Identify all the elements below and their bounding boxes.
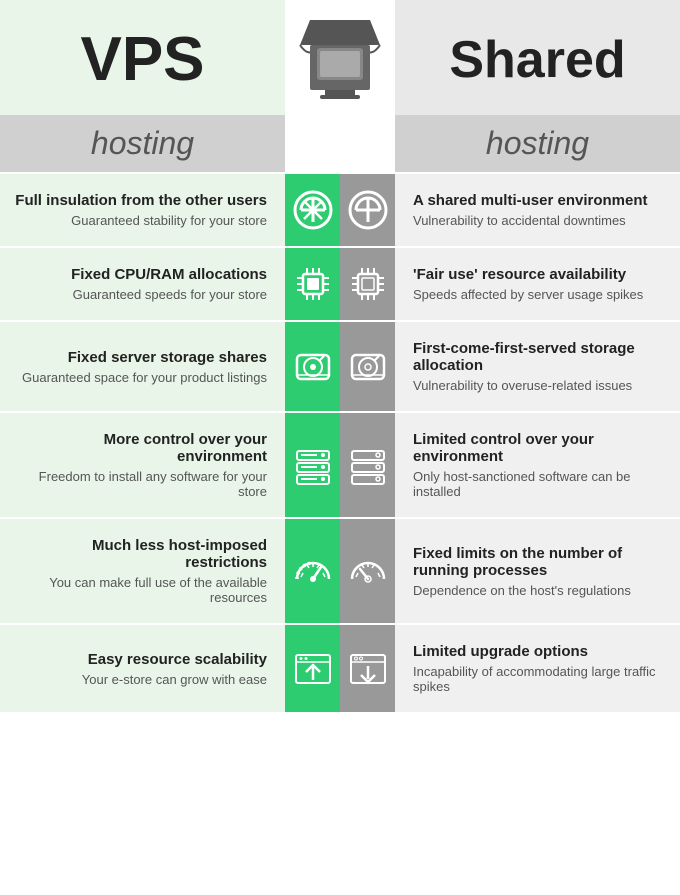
shield-icon-left — [291, 188, 335, 232]
vps-sub-4: You can make full use of the available r… — [10, 575, 267, 605]
speedometer-icon-left — [291, 549, 335, 593]
chip-icon-left — [291, 262, 335, 306]
vps-sub-1: Guaranteed speeds for your store — [73, 287, 267, 302]
server-icon-left — [291, 443, 335, 487]
row-1: Fixed CPU/RAM allocations Guaranteed spe… — [0, 246, 680, 320]
shared-cell-0: A shared multi-user environment Vulnerab… — [395, 174, 680, 246]
header-row: VPS Shared — [0, 0, 680, 115]
vps-cell-1: Fixed CPU/RAM allocations Guaranteed spe… — [0, 248, 285, 320]
icon-left-2 — [285, 322, 340, 411]
shared-main-1: 'Fair use' resource availability — [413, 266, 626, 283]
upload-icon-right — [346, 647, 390, 691]
icon-right-3 — [340, 413, 395, 517]
shared-header: Shared — [395, 0, 680, 115]
vps-cell-5: Easy resource scalability Your e-store c… — [0, 625, 285, 712]
hdd-icon-right — [346, 345, 390, 389]
shared-title: Shared — [449, 34, 625, 86]
icon-right-1 — [340, 248, 395, 320]
vps-header: VPS — [0, 0, 285, 115]
shared-cell-2: First-come-first-served storage allocati… — [395, 322, 680, 411]
icon-cell-0 — [285, 174, 395, 246]
shared-sub-4: Dependence on the host's regulations — [413, 583, 631, 598]
shared-main-5: Limited upgrade options — [413, 643, 588, 660]
vps-sub-3: Freedom to install any software for your… — [10, 469, 267, 499]
hdd-icon-left — [291, 345, 335, 389]
vps-title: VPS — [80, 29, 204, 91]
vps-main-2: Fixed server storage shares — [68, 349, 267, 366]
icon-cell-1 — [285, 248, 395, 320]
icon-left-5 — [285, 625, 340, 712]
shared-main-4: Fixed limits on the number of running pr… — [413, 545, 670, 579]
shared-cell-3: Limited control over your environment On… — [395, 413, 680, 517]
icon-left-1 — [285, 248, 340, 320]
vps-sub-5: Your e-store can grow with ease — [82, 672, 267, 687]
vps-sub-0: Guaranteed stability for your store — [71, 213, 267, 228]
vps-main-3: More control over your environment — [10, 431, 267, 465]
vps-cell-0: Full insulation from the other users Gua… — [0, 174, 285, 246]
center-spacer — [285, 115, 395, 172]
vps-main-1: Fixed CPU/RAM allocations — [71, 266, 267, 283]
shared-hosting-label: hosting — [486, 125, 589, 161]
icon-right-2 — [340, 322, 395, 411]
row-4: Much less host-imposed restrictions You … — [0, 517, 680, 623]
icon-cell-4 — [285, 519, 395, 623]
shared-main-2: First-come-first-served storage allocati… — [413, 340, 670, 374]
vps-hosting-label: hosting — [91, 125, 194, 161]
shared-sub-0: Vulnerability to accidental downtimes — [413, 213, 626, 228]
vps-main-5: Easy resource scalability — [88, 651, 267, 668]
shared-cell-4: Fixed limits on the number of running pr… — [395, 519, 680, 623]
icon-cell-5 — [285, 625, 395, 712]
vps-main-4: Much less host-imposed restrictions — [10, 537, 267, 571]
icon-right-5 — [340, 625, 395, 712]
row-3: More control over your environment Freed… — [0, 411, 680, 517]
shared-sub-1: Speeds affected by server usage spikes — [413, 287, 643, 302]
shared-hosting-label-bar: hosting — [395, 115, 680, 172]
vps-main-0: Full insulation from the other users — [15, 192, 267, 209]
vps-sub-2: Guaranteed space for your product listin… — [22, 370, 267, 385]
row-5: Easy resource scalability Your e-store c… — [0, 623, 680, 712]
chip-icon-right — [346, 262, 390, 306]
shared-sub-3: Only host-sanctioned software can be ins… — [413, 469, 670, 499]
vps-cell-3: More control over your environment Freed… — [0, 413, 285, 517]
icon-right-4 — [340, 519, 395, 623]
vps-hosting-label-bar: hosting — [0, 115, 285, 172]
speedometer-icon-right — [346, 549, 390, 593]
icon-left-0 — [285, 174, 340, 246]
icon-left-4 — [285, 519, 340, 623]
shared-cell-1: 'Fair use' resource availability Speeds … — [395, 248, 680, 320]
shield-icon-right — [346, 188, 390, 232]
shared-main-3: Limited control over your environment — [413, 431, 670, 465]
hosting-bar: hosting hosting — [0, 115, 680, 172]
shared-main-0: A shared multi-user environment — [413, 192, 648, 209]
shared-cell-5: Limited upgrade options Incapability of … — [395, 625, 680, 712]
row-0: Full insulation from the other users Gua… — [0, 172, 680, 246]
main-container: VPS Shared hosting — [0, 0, 680, 712]
shared-sub-5: Incapability of accommodating large traf… — [413, 664, 670, 694]
icon-cell-3 — [285, 413, 395, 517]
icon-cell-2 — [285, 322, 395, 411]
store-icon — [295, 10, 385, 105]
upload-icon-left — [291, 647, 335, 691]
icon-right-0 — [340, 174, 395, 246]
vps-cell-4: Much less host-imposed restrictions You … — [0, 519, 285, 623]
shared-sub-2: Vulnerability to overuse-related issues — [413, 378, 632, 393]
row-2: Fixed server storage shares Guaranteed s… — [0, 320, 680, 411]
icon-left-3 — [285, 413, 340, 517]
vps-cell-2: Fixed server storage shares Guaranteed s… — [0, 322, 285, 411]
header-center-icon — [285, 0, 395, 115]
server-icon-right — [346, 443, 390, 487]
